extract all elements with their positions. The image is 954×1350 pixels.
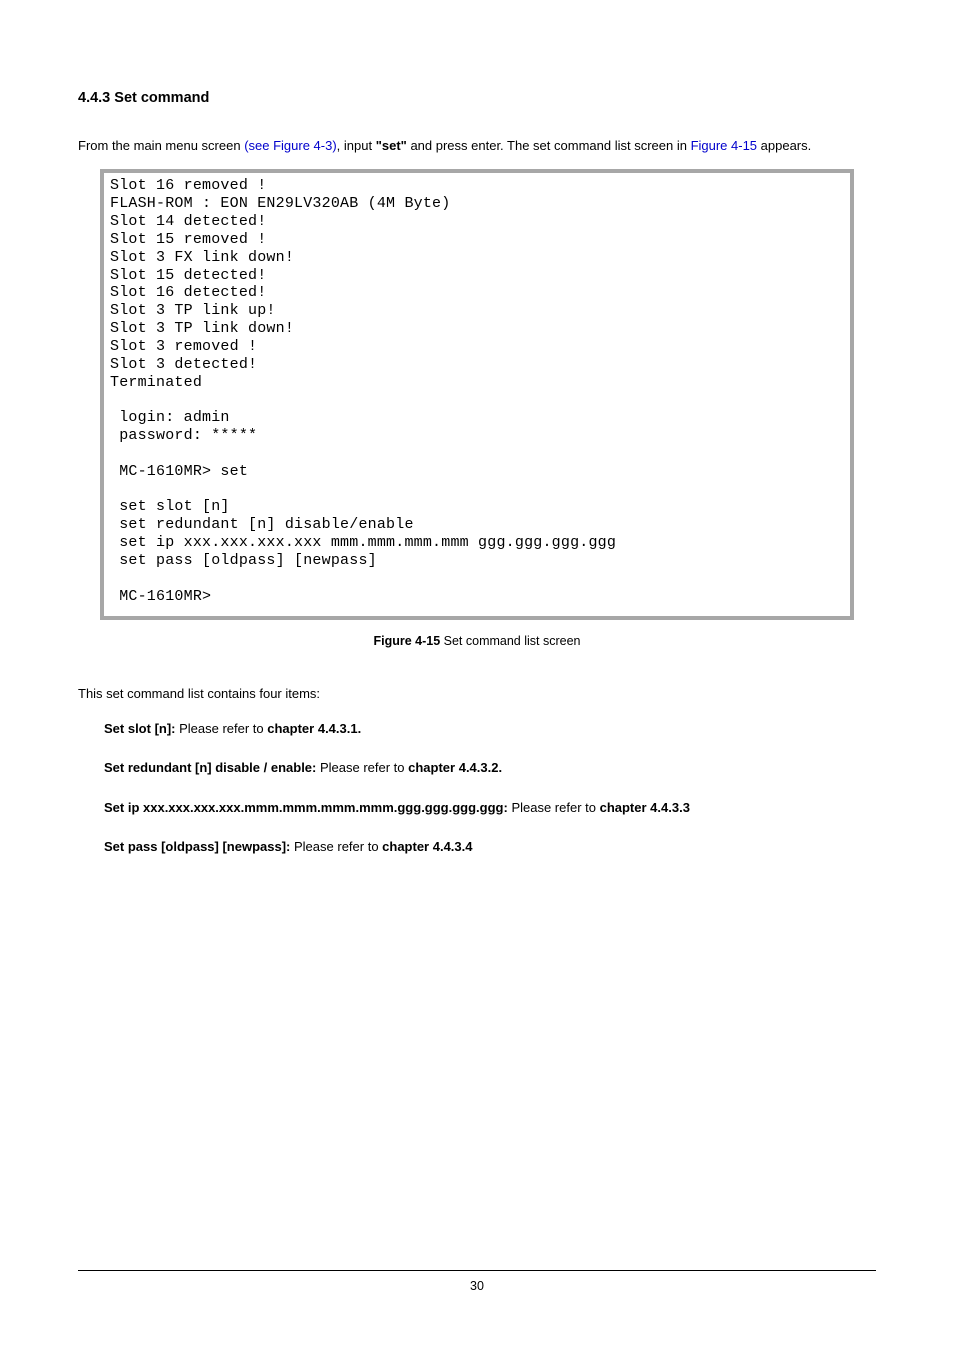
intro-text-2: , input: [337, 138, 376, 153]
item-label: Set redundant [n] disable / enable:: [104, 760, 320, 775]
item-set-slot: Set slot [n]: Please refer to chapter 4.…: [104, 719, 876, 739]
item-chapter-ref: chapter 4.4.3.2.: [408, 760, 502, 775]
item-label: Set ip xxx.xxx.xxx.xxx.mmm.mmm.mmm.mmm.g…: [104, 800, 511, 815]
see-figure-4-3-link[interactable]: (see Figure 4-3): [244, 138, 336, 153]
intro-paragraph: From the main menu screen (see Figure 4-…: [78, 132, 876, 159]
items-intro: This set command list contains four item…: [78, 686, 876, 701]
item-label: Set slot [n]:: [104, 721, 179, 736]
figure-4-15-link[interactable]: Figure 4-15: [691, 138, 757, 153]
intro-text-3: and press enter. The set command list sc…: [407, 138, 691, 153]
item-text: Please refer to: [294, 839, 382, 854]
figure-caption: Figure 4-15 Set command list screen: [78, 634, 876, 648]
item-text: Please refer to: [179, 721, 267, 736]
intro-text-1: From the main menu screen: [78, 138, 244, 153]
item-text: Please refer to: [320, 760, 408, 775]
item-chapter-ref: chapter 4.4.3.1.: [267, 721, 361, 736]
item-set-pass: Set pass [oldpass] [newpass]: Please ref…: [104, 837, 876, 857]
item-set-ip: Set ip xxx.xxx.xxx.xxx.mmm.mmm.mmm.mmm.g…: [104, 798, 876, 818]
item-set-redundant: Set redundant [n] disable / enable: Plea…: [104, 758, 876, 778]
intro-text-4: appears.: [757, 138, 811, 153]
item-text: Please refer to: [511, 800, 599, 815]
section-heading: 4.4.3 Set command: [78, 90, 876, 106]
item-chapter-ref: chapter 4.4.3.4: [382, 839, 472, 854]
item-label: Set pass [oldpass] [newpass]:: [104, 839, 294, 854]
set-term: "set": [376, 138, 407, 153]
page-number: 30: [470, 1279, 484, 1293]
item-chapter-ref: chapter 4.4.3.3: [600, 800, 690, 815]
terminal-screenshot: Slot 16 removed ! FLASH-ROM : EON EN29LV…: [100, 169, 854, 619]
figure-label: Figure 4-15: [373, 634, 440, 648]
figure-caption-text: Set command list screen: [440, 634, 580, 648]
